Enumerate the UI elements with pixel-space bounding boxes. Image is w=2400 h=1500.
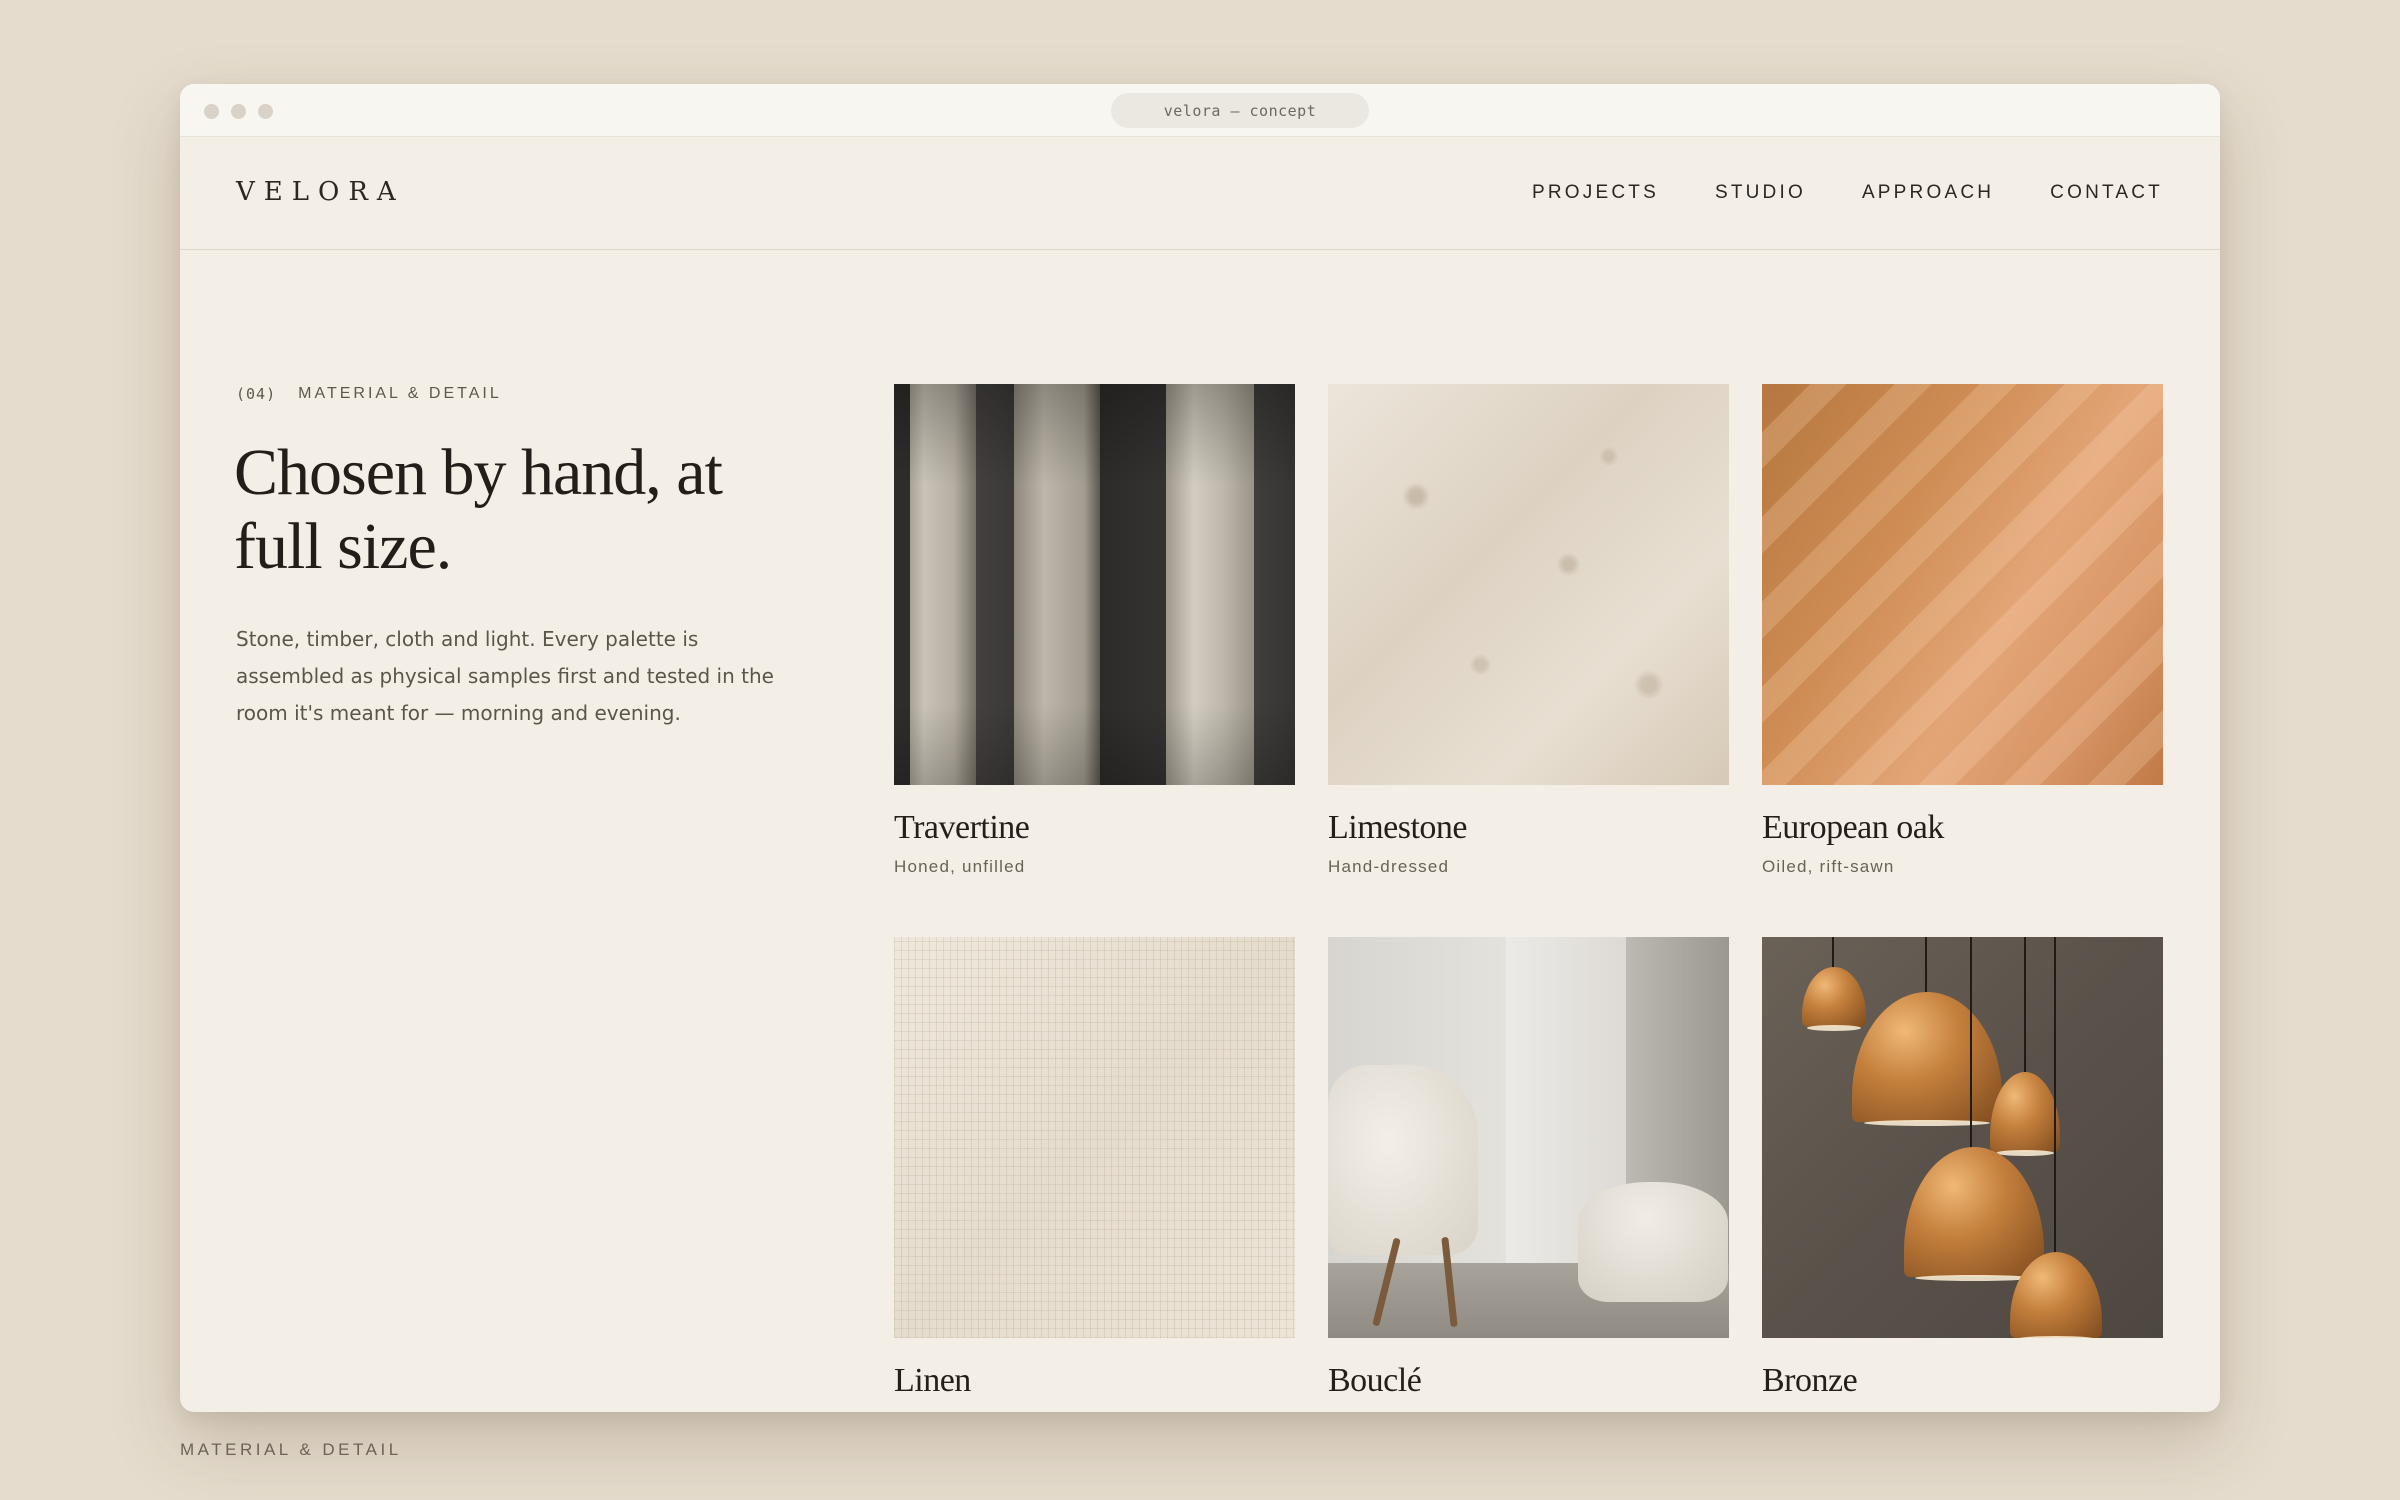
site-logo[interactable]: VELORA	[236, 177, 405, 207]
main-nav: PROJECTS STUDIO APPROACH CONTACT	[1532, 182, 2163, 204]
window-minimize-dot[interactable]	[231, 104, 246, 119]
pendant-cord	[2024, 937, 2026, 1077]
material-finish: Hand-dressed	[1328, 857, 1450, 876]
material-card-bronze[interactable]: Bronze	[1762, 937, 2163, 1400]
limestone-image	[1328, 384, 1729, 785]
window-close-dot[interactable]	[204, 104, 219, 119]
nav-contact[interactable]: CONTACT	[2050, 182, 2163, 204]
material-name: Linen	[894, 1362, 971, 1399]
site-header: VELORA PROJECTS STUDIO APPROACH CONTACT	[180, 137, 2220, 250]
boucle-image	[1328, 937, 1729, 1338]
linen-image	[894, 937, 1295, 1338]
material-name: Limestone	[1328, 809, 1468, 846]
bronze-image	[1762, 937, 2163, 1338]
nav-approach[interactable]: APPROACH	[1862, 182, 1994, 204]
nav-projects[interactable]: PROJECTS	[1532, 182, 1659, 204]
section-eyebrow: (04) MATERIAL & DETAIL	[236, 385, 502, 403]
nav-studio[interactable]: STUDIO	[1715, 182, 1806, 204]
travertine-image	[894, 384, 1295, 785]
material-name: Travertine	[894, 809, 1030, 846]
pendant-cord	[1970, 937, 1972, 1167]
section-lede: Stone, timber, cloth and light. Every pa…	[236, 627, 774, 725]
window-maximize-dot[interactable]	[258, 104, 273, 119]
pendant-shade	[1904, 1147, 2044, 1281]
material-card-european-oak[interactable]: European oak Oiled, rift-sawn	[1762, 384, 2163, 877]
european-oak-image	[1762, 384, 2163, 785]
material-name: European oak	[1762, 809, 1944, 846]
browser-window: velora — concept VELORA PROJECTS STUDIO …	[180, 84, 2220, 1412]
pendant-shade	[1852, 992, 2002, 1126]
pendant-shade	[1802, 967, 1866, 1031]
boucle-pouf	[1578, 1182, 1728, 1302]
material-card-linen[interactable]: Linen	[894, 937, 1295, 1400]
window-titlebar: velora — concept	[180, 84, 2220, 137]
material-name: Bronze	[1762, 1362, 1858, 1399]
section-headline: Chosen by hand, at full size.	[234, 436, 723, 583]
address-bar[interactable]: velora — concept	[1111, 93, 1369, 128]
caption-label: MATERIAL & DETAIL	[180, 1440, 402, 1459]
material-finish: Honed, unfilled	[894, 857, 1026, 876]
material-name: Bouclé	[1328, 1362, 1422, 1399]
boucle-chair	[1328, 1065, 1478, 1255]
material-finish: Oiled, rift-sawn	[1762, 857, 1895, 876]
pendant-cord	[2054, 937, 2056, 1257]
material-card-limestone[interactable]: Limestone Hand-dressed	[1328, 384, 1729, 877]
material-card-boucle[interactable]: Bouclé	[1328, 937, 1729, 1400]
section-index: (04)	[236, 385, 277, 403]
material-card-travertine[interactable]: Travertine Honed, unfilled	[894, 384, 1295, 877]
section-label: MATERIAL & DETAIL	[298, 385, 502, 402]
